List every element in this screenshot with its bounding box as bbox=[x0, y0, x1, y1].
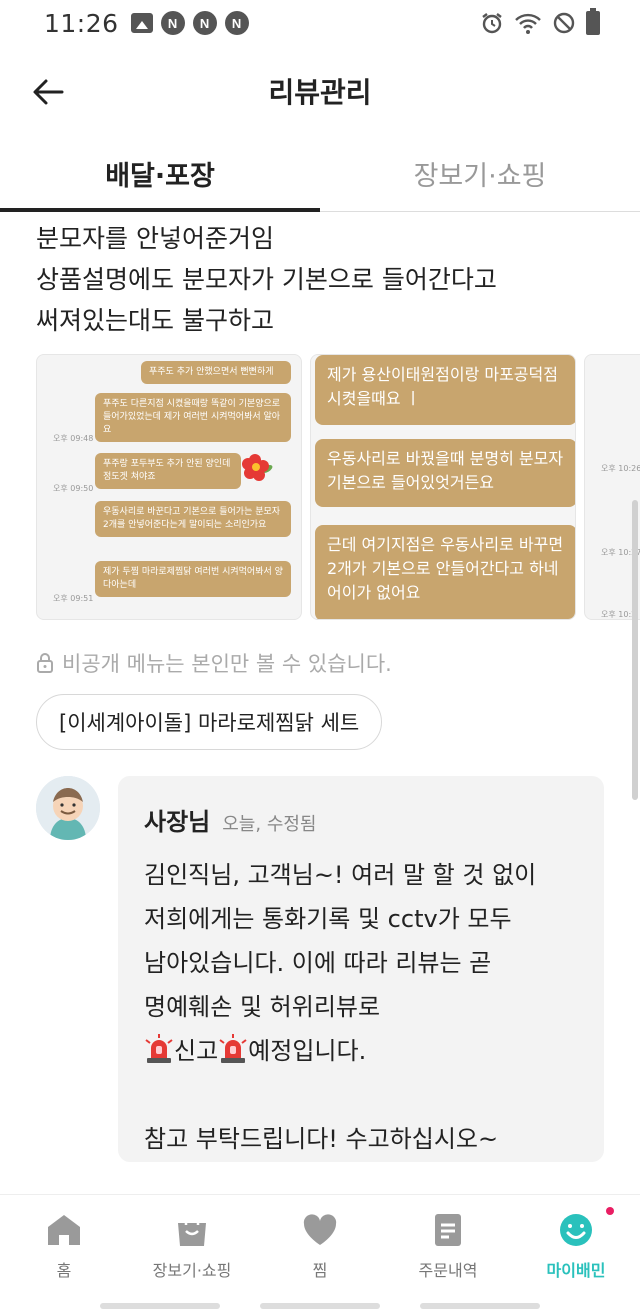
reply-author: 사장님 bbox=[144, 808, 211, 836]
gesture-handle[interactable] bbox=[420, 1303, 540, 1309]
tab-bar: 배달·포장 장보기·쇼핑 bbox=[0, 136, 640, 212]
gesture-bar bbox=[0, 1296, 640, 1316]
reply-text: 참고 부탁드립니다! 수고하십시오~ bbox=[144, 1125, 499, 1153]
chat-time: 오후 09:48 bbox=[53, 434, 94, 443]
battery-icon bbox=[586, 8, 600, 35]
chat-time: 오후 09:51 bbox=[53, 594, 94, 603]
chat-bubble: 우동사리로 바꿨을때 분명히 분모자 기본으로 들어있엇거든요 bbox=[315, 439, 575, 507]
chat-bubble: 근데 여기지점은 우동사리로 바꾸면 2개가 기본으로 안들어간다고 하네 어이… bbox=[315, 525, 575, 619]
heart-icon bbox=[303, 1214, 337, 1245]
siren-icon bbox=[145, 1034, 173, 1063]
naver-notification-icon: N bbox=[224, 11, 249, 35]
chat-time: 오후 10:2 bbox=[601, 610, 637, 619]
nav-home[interactable]: 홈 bbox=[0, 1195, 128, 1290]
review-line: 상품설명에도 분모자가 기본으로 들어간다고 bbox=[36, 265, 497, 294]
bottom-nav: 홈 장보기·쇼핑 찜 주문내역 마이배민 bbox=[0, 1194, 640, 1290]
chat-time: 오후 10:26 bbox=[601, 464, 640, 473]
scrollbar[interactable] bbox=[632, 500, 638, 800]
review-photo[interactable]: 제가 용산이태원점이랑 마포공덕점 시켯을때요 ㅣ 우동사리로 바꿨을때 분명히… bbox=[310, 354, 576, 620]
naver-notification-icon: N bbox=[192, 11, 217, 35]
chat-bubble: 제가 두찜 마라로제찜닭 여러번 시켜먹어봐서 양 다아는데 bbox=[95, 561, 291, 597]
receipt-icon bbox=[435, 1214, 461, 1246]
app-header: 리뷰관리 bbox=[0, 46, 640, 136]
do-not-disturb-icon bbox=[553, 12, 575, 34]
tab-shopping[interactable]: 장보기·쇼핑 bbox=[320, 136, 640, 211]
review-photo[interactable]: 푸주도 추가 안했으면서 뻔뻔하게 푸주도 다른지점 시켰을때랑 똑같이 기본양… bbox=[36, 354, 302, 620]
naver-notification-icon: N bbox=[160, 11, 185, 35]
nav-shopping[interactable]: 장보기·쇼핑 bbox=[128, 1195, 256, 1290]
home-icon bbox=[48, 1215, 80, 1245]
review-line: 써져있는대도 불구하고 bbox=[36, 306, 274, 335]
status-bar: 11:26 N N N bbox=[0, 0, 640, 46]
nav-orders[interactable]: 주문내역 bbox=[384, 1195, 512, 1290]
chat-bubble: 제가 용산이태원점이랑 마포공덕점 시켯을때요 ㅣ bbox=[315, 355, 575, 425]
page-title: 리뷰관리 bbox=[268, 76, 372, 109]
owner-avatar bbox=[36, 776, 100, 840]
private-note: 비공개 메뉴는 본인만 볼 수 있습니다. bbox=[36, 648, 392, 678]
gesture-handle[interactable] bbox=[260, 1303, 380, 1309]
wifi-icon bbox=[515, 13, 541, 34]
lock-icon bbox=[37, 653, 53, 673]
smile-icon bbox=[560, 1214, 592, 1246]
chat-bubble: 푸주도 추가 안했으면서 뻔뻔하게 bbox=[141, 361, 291, 384]
owner-reply: 사장님 오늘, 수정됨 김인직님, 고객님~! 여러 말 할 것 없이 저희에게… bbox=[118, 776, 604, 1162]
reply-body: 김인직님, 고객님~! 여러 말 할 것 없이 저희에게는 통화기록 및 cct… bbox=[144, 853, 578, 1161]
nav-label: 장보기·쇼핑 bbox=[152, 1261, 232, 1280]
chat-bubble: 푸주랑 포두부도 추가 안된 양인데 정도겟 쳐야죠 bbox=[95, 453, 241, 489]
review-line: 분모자를 안넣어준거임 bbox=[36, 224, 274, 253]
owner-avatar-icon bbox=[36, 776, 100, 840]
gallery-notification-icon bbox=[130, 13, 153, 33]
menu-chip[interactable]: [이세계아이돌] 마라로제찜닭 세트 bbox=[36, 694, 383, 750]
back-arrow-icon bbox=[33, 79, 64, 105]
review-photos[interactable]: 푸주도 추가 안했으면서 뻔뻔하게 푸주도 다른지점 시켰을때랑 똑같이 기본양… bbox=[36, 354, 640, 620]
private-note-text: 비공개 메뉴는 본인만 볼 수 있습니다. bbox=[62, 652, 392, 676]
reply-meta: 오늘, 수정됨 bbox=[222, 814, 317, 835]
gesture-handle[interactable] bbox=[100, 1303, 220, 1309]
reply-text: 신고 bbox=[174, 1037, 219, 1065]
reply-text: 김인직님, 고객님~! 여러 말 할 것 없이 저희에게는 통화기록 및 cct… bbox=[144, 861, 537, 1021]
flower-sticker-icon bbox=[242, 454, 273, 481]
review-text: 분모자를 안넣어준거임 상품설명에도 분모자가 기본으로 들어간다고 써져있는대… bbox=[36, 218, 616, 341]
notification-dot bbox=[606, 1207, 614, 1215]
back-button[interactable] bbox=[28, 72, 68, 112]
nav-label: 홈 bbox=[56, 1261, 72, 1280]
chat-bubble: 우동사리로 바꾼다고 기본으로 들어가는 분모자 2개를 안넣어준다는게 말이되… bbox=[95, 501, 291, 537]
alarm-icon bbox=[482, 13, 502, 34]
chat-bubble: 푸주도 다른지점 시켰을때랑 똑같이 기본양으로 들어가있었는데 제가 여러번 … bbox=[95, 393, 291, 442]
status-time: 11:26 bbox=[44, 8, 119, 38]
tab-delivery[interactable]: 배달·포장 bbox=[0, 136, 320, 212]
nav-label: 주문내역 bbox=[418, 1261, 478, 1280]
nav-favorites[interactable]: 찜 bbox=[256, 1195, 384, 1290]
nav-label: 마이배민 bbox=[546, 1261, 606, 1280]
siren-icon bbox=[219, 1034, 247, 1063]
nav-my-baemin[interactable]: 마이배민 bbox=[512, 1195, 640, 1290]
reply-text: 예정입니다. bbox=[248, 1037, 367, 1065]
shopping-bag-icon bbox=[178, 1213, 206, 1246]
nav-label: 찜 bbox=[312, 1261, 328, 1280]
chat-time: 오후 09:50 bbox=[53, 484, 94, 493]
